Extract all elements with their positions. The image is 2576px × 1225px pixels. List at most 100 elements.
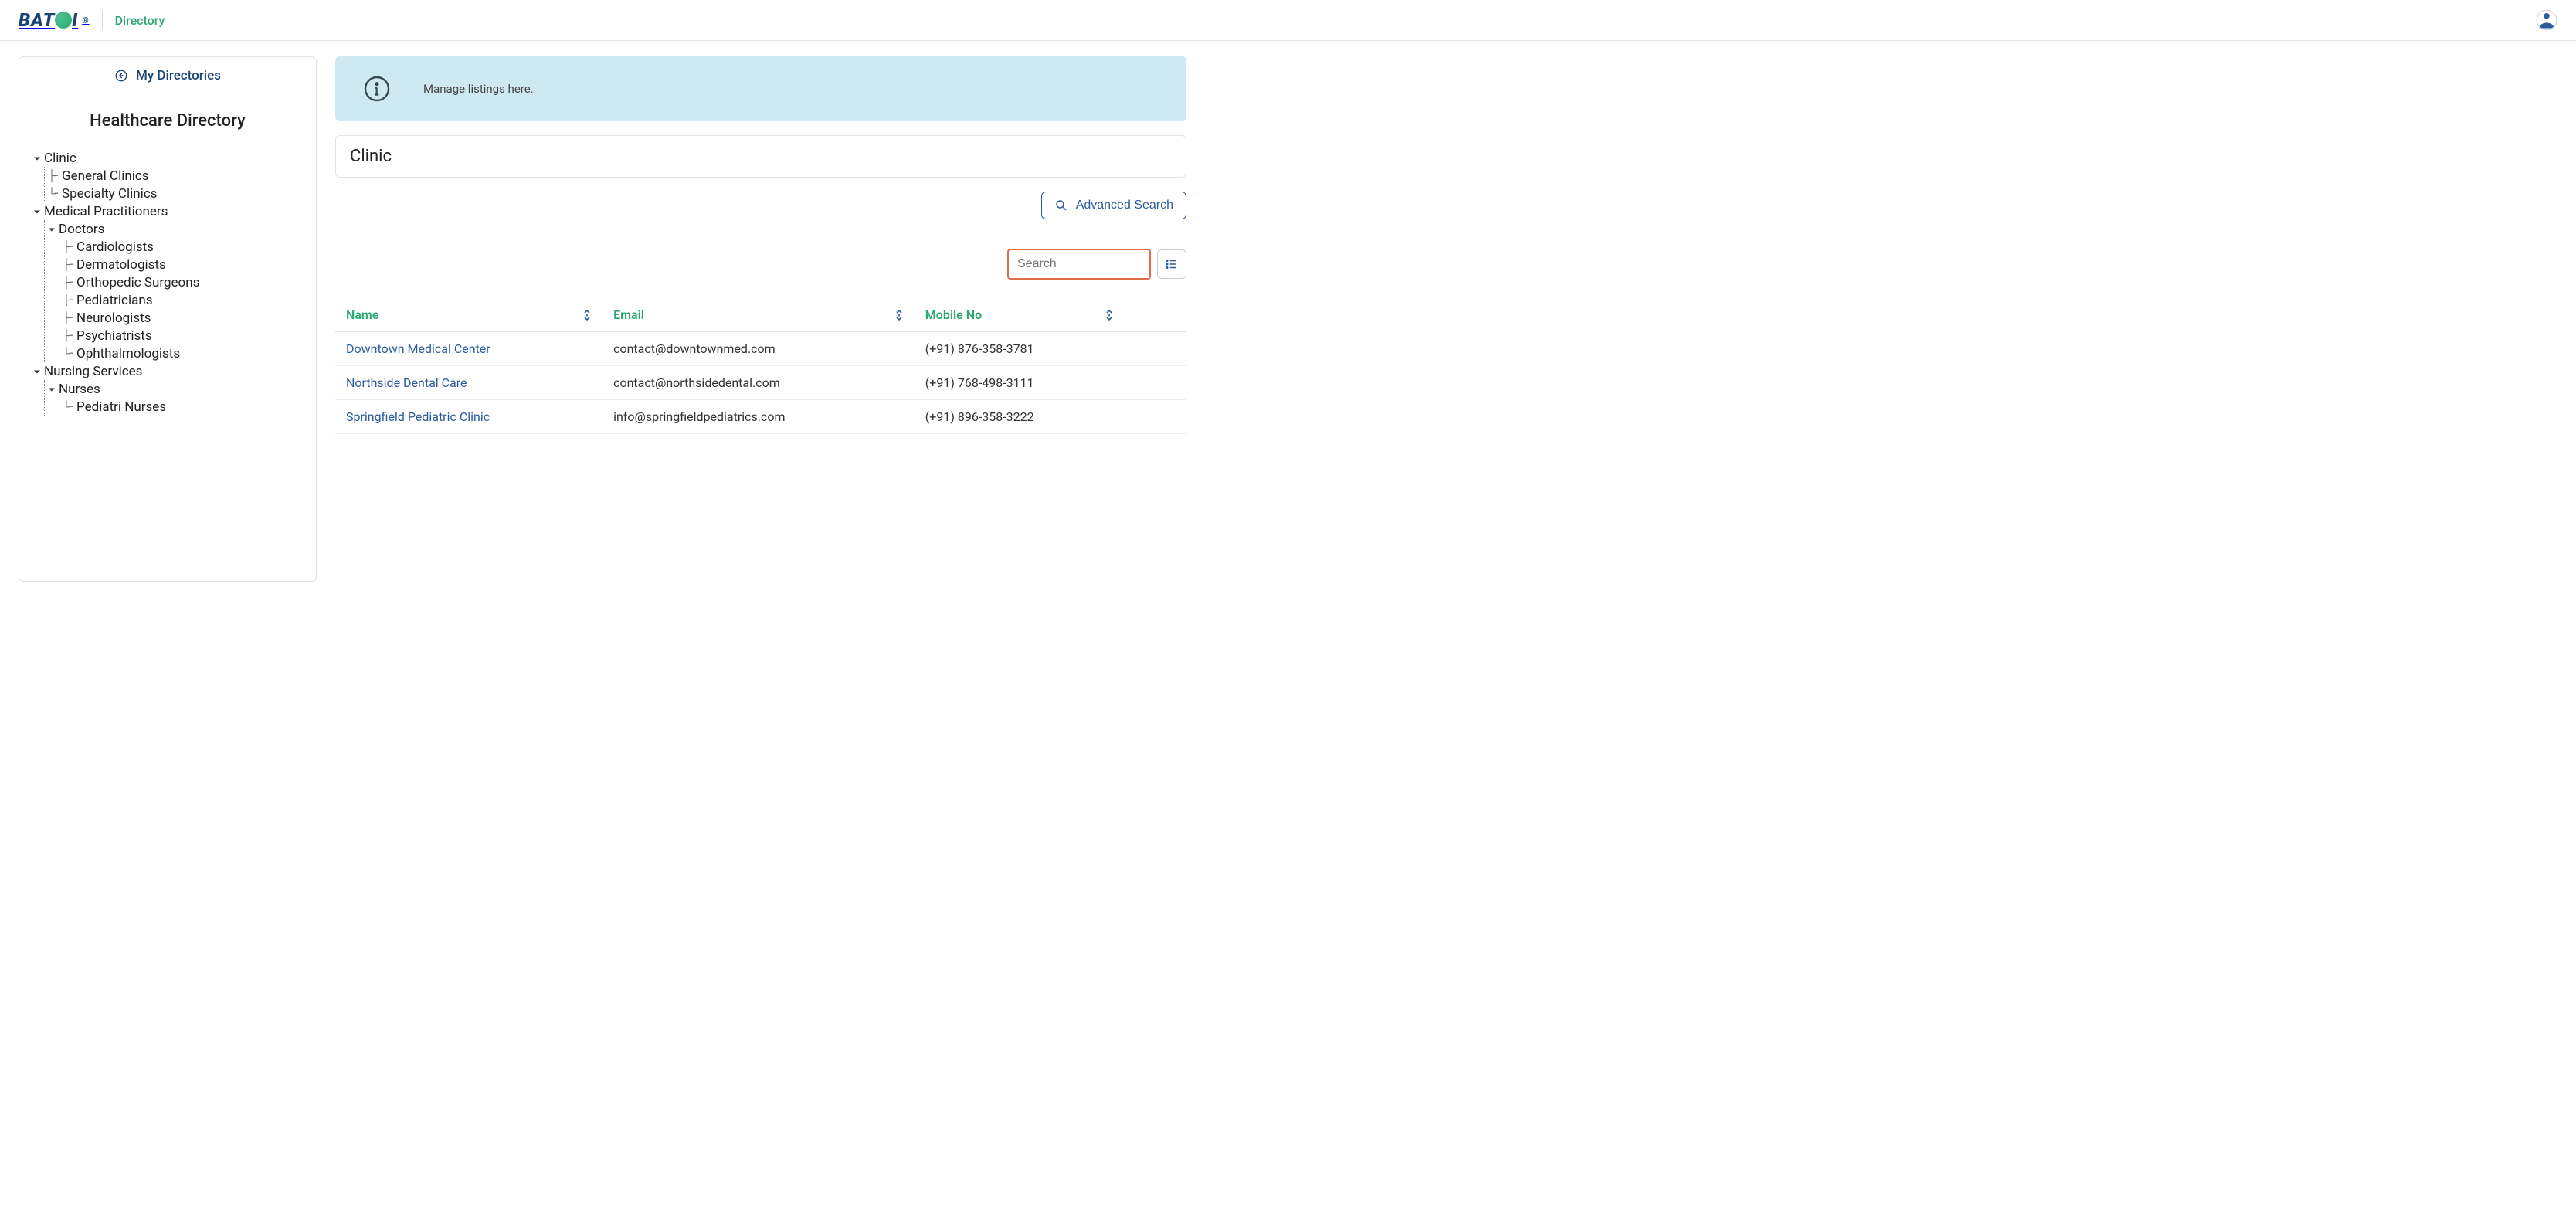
- tree-connector-icon: └╴: [48, 187, 59, 200]
- tree-item[interactable]: ├╴Pediatricians: [63, 291, 308, 309]
- tree-item[interactable]: └╴Specialty Clinics: [48, 185, 308, 202]
- tree-item[interactable]: └╴Ophthalmologists: [63, 344, 308, 362]
- tree-connector-icon: ├╴: [63, 276, 73, 289]
- column-header[interactable]: Name: [335, 298, 602, 332]
- panel-title: Clinic: [335, 135, 1186, 178]
- table-row: Springfield Pediatric Clinic info@springf…: [335, 400, 1186, 434]
- tree-item[interactable]: └╴Pediatri Nurses: [63, 398, 308, 416]
- tree-node: Clinic├╴General Clinics└╴Specialty Clini…: [33, 149, 308, 202]
- advanced-search-label: Advanced Search: [1076, 199, 1173, 212]
- tree-item-label: Nurses: [59, 382, 100, 397]
- my-directories-label: My Directories: [136, 68, 221, 83]
- tree-item-label: Specialty Clinics: [62, 186, 157, 202]
- tree-item[interactable]: Medical Practitioners: [33, 202, 308, 220]
- tree-item-label: Neurologists: [76, 310, 151, 326]
- tree-node: └╴Ophthalmologists: [63, 344, 308, 362]
- tree-node: Medical PractitionersDoctors├╴Cardiologi…: [33, 202, 308, 362]
- table-row: Northside Dental Care contact@northsidede…: [335, 366, 1186, 400]
- listing-name-link[interactable]: Northside Dental Care: [346, 375, 467, 390]
- topbar-left: BAT I ® Directory: [19, 9, 165, 31]
- tree-item-label: Medical Practitioners: [44, 204, 168, 219]
- tree-connector-icon: └╴: [63, 400, 73, 413]
- tree-node: └╴Specialty Clinics: [48, 185, 308, 202]
- sidebar: My Directories Healthcare Directory Clin…: [19, 56, 317, 582]
- listing-mobile: (+91) 768-498-3111: [915, 366, 1125, 400]
- sort-icon[interactable]: [582, 308, 592, 322]
- list-view-button[interactable]: [1157, 249, 1186, 279]
- user-icon: [2536, 9, 2557, 31]
- listing-name-link[interactable]: Springfield Pediatric Clinic: [346, 409, 490, 424]
- tree-connector-icon: ├╴: [63, 294, 73, 307]
- tree-item[interactable]: ├╴Neurologists: [63, 309, 308, 327]
- divider: [102, 10, 103, 30]
- listing-email: contact@downtownmed.com: [602, 332, 915, 366]
- tree-item[interactable]: ├╴Dermatologists: [63, 256, 308, 273]
- column-header[interactable]: Mobile No: [915, 298, 1125, 332]
- tree-node: Doctors├╴Cardiologists├╴Dermatologists├╴…: [48, 220, 308, 362]
- tree-connector-icon: ├╴: [63, 311, 73, 324]
- tree-item[interactable]: ├╴Cardiologists: [63, 238, 308, 256]
- user-avatar[interactable]: [2536, 9, 2557, 31]
- tree-node: ├╴Psychiatrists: [63, 327, 308, 344]
- tree-item[interactable]: Clinic: [33, 149, 308, 167]
- list-icon: [1165, 257, 1179, 271]
- info-banner: Manage listings here.: [335, 56, 1186, 121]
- search-input[interactable]: [1010, 251, 1149, 277]
- tree-item-label: Nursing Services: [44, 364, 142, 379]
- logo-reg: ®: [82, 15, 89, 25]
- main-content: Manage listings here. Clinic Advanced Se…: [335, 56, 1186, 582]
- nav-link-directory[interactable]: Directory: [115, 13, 165, 28]
- actions-row: Advanced Search: [335, 192, 1186, 219]
- tree-item-label: Pediatricians: [76, 293, 153, 308]
- tree-item[interactable]: Nurses: [48, 380, 308, 398]
- tree-item[interactable]: Doctors: [48, 220, 308, 238]
- tree-item-label: Cardiologists: [76, 239, 154, 255]
- sort-icon[interactable]: [1105, 308, 1114, 322]
- column-spacer: [1125, 298, 1186, 332]
- table-body: Downtown Medical Center contact@downtownm…: [335, 332, 1186, 434]
- collapse-icon[interactable]: [48, 385, 56, 393]
- tree-item-label: Orthopedic Surgeons: [76, 275, 199, 290]
- search-row: [335, 249, 1186, 280]
- cell-spacer: [1125, 366, 1186, 400]
- sidebar-title: Healthcare Directory: [19, 97, 316, 149]
- column-label: Name: [346, 307, 378, 322]
- tree-connector-icon: ├╴: [63, 329, 73, 342]
- info-banner-text: Manage listings here.: [423, 82, 534, 96]
- listing-mobile: (+91) 896-358-3222: [915, 400, 1125, 434]
- tree-node: ├╴Neurologists: [63, 309, 308, 327]
- tree-item-label: Psychiatrists: [76, 328, 152, 344]
- table-row: Downtown Medical Center contact@downtownm…: [335, 332, 1186, 366]
- column-header[interactable]: Email: [602, 298, 915, 332]
- collapse-icon[interactable]: [33, 154, 41, 162]
- tree-item[interactable]: ├╴General Clinics: [48, 167, 308, 185]
- my-directories-link[interactable]: My Directories: [114, 68, 221, 83]
- tree-node: └╴Pediatri Nurses: [63, 398, 308, 416]
- collapse-icon[interactable]: [33, 368, 41, 375]
- tree-item-label: Clinic: [44, 151, 76, 166]
- tree-connector-icon: ├╴: [63, 258, 73, 271]
- listing-name-link[interactable]: Downtown Medical Center: [346, 341, 490, 356]
- info-icon: [363, 75, 391, 103]
- leaf-icon: [55, 12, 72, 29]
- tree-item[interactable]: ├╴Orthopedic Surgeons: [63, 273, 308, 291]
- tree-item[interactable]: Nursing Services: [33, 362, 308, 380]
- tree-node: ├╴Pediatricians: [63, 291, 308, 309]
- tree-item[interactable]: ├╴Psychiatrists: [63, 327, 308, 344]
- cell-spacer: [1125, 332, 1186, 366]
- tree-node: ├╴Dermatologists: [63, 256, 308, 273]
- search-highlight-box: [1007, 249, 1151, 280]
- listing-email: info@springfieldpediatrics.com: [602, 400, 915, 434]
- tree-node: ├╴Cardiologists: [63, 238, 308, 256]
- listings-table: Name Email Mobile No Downtown Medical Cent…: [335, 298, 1186, 434]
- listing-email: contact@northsidedental.com: [602, 366, 915, 400]
- back-arrow-icon: [114, 69, 128, 83]
- logo[interactable]: BAT I ®: [19, 9, 90, 31]
- advanced-search-button[interactable]: Advanced Search: [1041, 192, 1186, 219]
- column-label: Email: [613, 307, 644, 322]
- collapse-icon[interactable]: [33, 208, 41, 215]
- collapse-icon[interactable]: [48, 226, 56, 233]
- tree-connector-icon: └╴: [63, 347, 73, 360]
- sort-icon[interactable]: [894, 308, 904, 322]
- tree-connector-icon: ├╴: [63, 240, 73, 253]
